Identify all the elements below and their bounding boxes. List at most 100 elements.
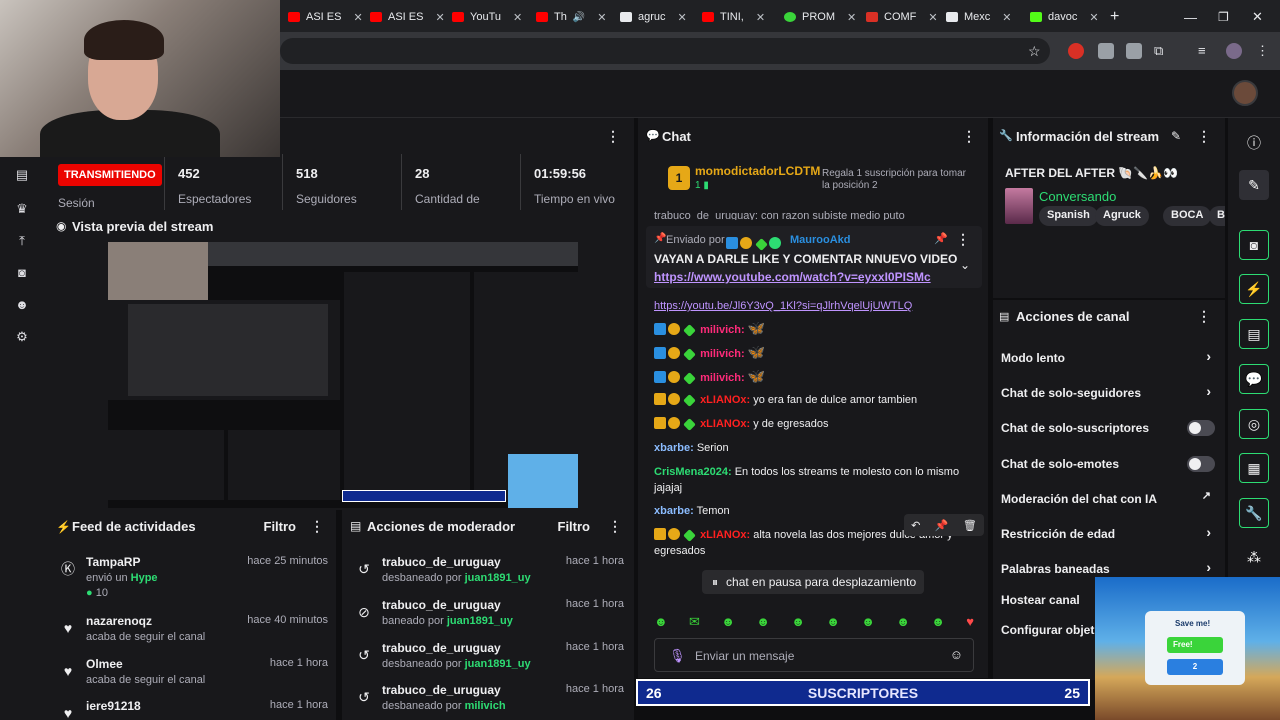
close-icon[interactable]: ✕ — [928, 11, 937, 24]
tag[interactable]: BOCA — [1163, 206, 1212, 226]
emote-icon[interactable]: ☻ — [721, 614, 735, 632]
upload-icon[interactable]: ⤒ — [15, 234, 29, 248]
emote-icon[interactable]: ☻ — [791, 614, 805, 632]
reply-icon[interactable]: ↶ — [911, 519, 920, 532]
gear-icon[interactable]: ⚙ — [15, 330, 29, 344]
stream-preview-video[interactable] — [108, 242, 578, 508]
trophy-icon[interactable]: ♛ — [15, 202, 29, 216]
stats-icon[interactable]: ▤ — [15, 168, 29, 182]
document-icon[interactable]: ▤ — [1239, 319, 1269, 349]
more-icon[interactable]: ⋮ — [310, 518, 324, 535]
community-icon[interactable]: ☻ — [15, 298, 29, 312]
close-icon[interactable]: ✕ — [678, 11, 687, 24]
browser-tab[interactable]: PROM ✕ — [784, 6, 856, 28]
broadcast-icon[interactable]: ◎ — [1239, 409, 1269, 439]
browser-tab[interactable]: davoc ✕ — [1030, 6, 1099, 28]
emote-icon[interactable]: ☻ — [896, 614, 910, 632]
gift-cta[interactable]: Regala 1 suscripción para tomar la posic… — [822, 168, 972, 192]
stream-info-panel: 🔧 Información del stream ✎ ⋮ AFTER DEL A… — [993, 118, 1225, 298]
close-icon[interactable]: ✕ — [513, 11, 522, 24]
menu-icon[interactable]: ⋮ — [1256, 43, 1272, 59]
browser-tab[interactable]: TINI, ✕ — [702, 6, 765, 28]
more-icon[interactable]: ⋮ — [606, 128, 620, 145]
chat-paused-button[interactable]: ⏸ chat en pausa para desplazamiento — [702, 570, 924, 594]
close-icon[interactable]: ✕ — [756, 11, 765, 24]
key-button[interactable]: 2 — [1167, 659, 1223, 675]
close-icon[interactable]: ✕ — [435, 11, 444, 24]
category-name[interactable]: Conversando — [1039, 189, 1116, 204]
ban-icon: ⊘ — [358, 604, 370, 620]
browser-tab[interactable]: agruc ✕ — [620, 6, 687, 28]
chat-input[interactable]: 🎙 Enviar un mensaje ☺ — [654, 638, 974, 672]
followers-label: Seguidores — [296, 192, 357, 206]
wrench-icon: 🔧 — [999, 130, 1013, 142]
more-icon[interactable]: ⋮ — [608, 518, 622, 535]
close-icon[interactable]: ✕ — [353, 11, 362, 24]
minimize-icon[interactable]: — — [1184, 6, 1197, 28]
subs-only-toggle — [1187, 420, 1215, 436]
close-icon[interactable]: ✕ — [847, 11, 856, 24]
more-icon[interactable]: ⋮ — [1197, 128, 1211, 145]
star-icon[interactable]: ☆ — [1028, 43, 1044, 59]
more-icon[interactable]: ⋮ — [1197, 308, 1211, 325]
browser-tab[interactable]: ASI ES ✕ — [370, 6, 445, 28]
new-tab-button[interactable]: + — [1110, 6, 1119, 28]
url-input[interactable] — [280, 38, 1050, 64]
browser-tab[interactable]: Mexc ✕ — [946, 6, 1012, 28]
pinned-message[interactable]: 📌 Enviado por MaurooAkd 📌 ⋮ VAYAN A DARL… — [646, 226, 982, 288]
maximize-icon[interactable]: ❐ — [1218, 6, 1229, 28]
close-icon[interactable]: ✕ — [597, 11, 606, 24]
tag[interactable]: Spanish — [1039, 206, 1098, 226]
top-gifter-name[interactable]: momodictadorLCDTM — [695, 164, 820, 178]
media-icon[interactable]: ≡ — [1198, 43, 1214, 59]
delete-icon[interactable]: 🗑 — [963, 519, 977, 532]
pin-icon[interactable]: 📌 — [935, 519, 949, 532]
camera-icon[interactable]: ◙ — [15, 266, 29, 280]
more-icon[interactable]: ⋮ — [962, 128, 976, 145]
edit-icon[interactable]: ✎ — [1171, 129, 1181, 143]
chat-link[interactable]: https://youtu.be/Jl6Y3vQ_1Kl?si=qJlrhVqe… — [654, 298, 984, 314]
extension-icon[interactable] — [1126, 43, 1142, 59]
puzzle-icon[interactable]: ⧉ — [1154, 43, 1170, 59]
profile-avatar[interactable] — [1226, 43, 1242, 59]
category-thumbnail[interactable] — [1005, 188, 1033, 224]
apps-icon[interactable]: ⁂ — [1239, 542, 1269, 572]
chat-icon[interactable]: 💬 — [1239, 364, 1269, 394]
unpin-icon[interactable]: 📌 — [934, 232, 948, 245]
emote-icon[interactable]: ☻ — [654, 614, 668, 632]
extension-icon[interactable] — [1098, 43, 1114, 59]
camera-icon[interactable]: ◙ — [1239, 230, 1269, 260]
close-window-icon[interactable]: ✕ — [1252, 6, 1263, 28]
feed-filter-button[interactable]: Filtro — [264, 519, 297, 534]
tag[interactable]: BC — [1209, 206, 1225, 226]
chevron-down-icon[interactable]: ⌄ — [960, 258, 970, 272]
emote-icon[interactable]: ☻ — [756, 614, 770, 632]
tag[interactable]: Agruck — [1095, 206, 1149, 226]
avatar[interactable] — [1232, 80, 1258, 106]
pinned-author[interactable]: MaurooAkd — [790, 234, 851, 246]
free-button[interactable]: Free! — [1167, 637, 1223, 653]
browser-tab[interactable]: COMF ✕ — [866, 6, 938, 28]
emote-icon[interactable]: ♥ — [966, 614, 974, 632]
close-icon[interactable]: ✕ — [1089, 11, 1098, 24]
count-value: 28 — [415, 166, 430, 181]
emote-icon[interactable]: ☻ — [826, 614, 840, 632]
mod-filter-button[interactable]: Filtro — [558, 519, 591, 534]
wrench-icon[interactable]: 🔧 — [1239, 498, 1269, 528]
info-icon[interactable]: ⓘ — [1239, 128, 1269, 158]
emote-icon[interactable]: ☻ — [861, 614, 875, 632]
close-icon[interactable]: ✕ — [1002, 11, 1011, 24]
microphone-icon[interactable]: 🎙 — [669, 648, 686, 664]
layout-icon[interactable]: ▦ — [1239, 453, 1269, 483]
adblock-icon[interactable] — [1068, 43, 1084, 59]
emote-icon[interactable]: ✉ — [689, 614, 700, 632]
pinned-link[interactable]: https://www.youtube.com/watch?v=eyxxI0PI… — [654, 270, 931, 284]
browser-tab[interactable]: ASI ES ✕ — [288, 6, 363, 28]
more-icon[interactable]: ⋮ — [956, 231, 970, 248]
emoji-icon[interactable]: ☺ — [950, 647, 963, 662]
edit-icon[interactable]: ✎ — [1239, 170, 1269, 200]
browser-tab[interactable]: YouTu ✕ — [452, 6, 522, 28]
bolt-icon[interactable]: ⚡ — [1239, 274, 1269, 304]
browser-tab[interactable]: Th 🔊 ✕ — [536, 6, 607, 28]
emote-icon[interactable]: ☻ — [931, 614, 945, 632]
